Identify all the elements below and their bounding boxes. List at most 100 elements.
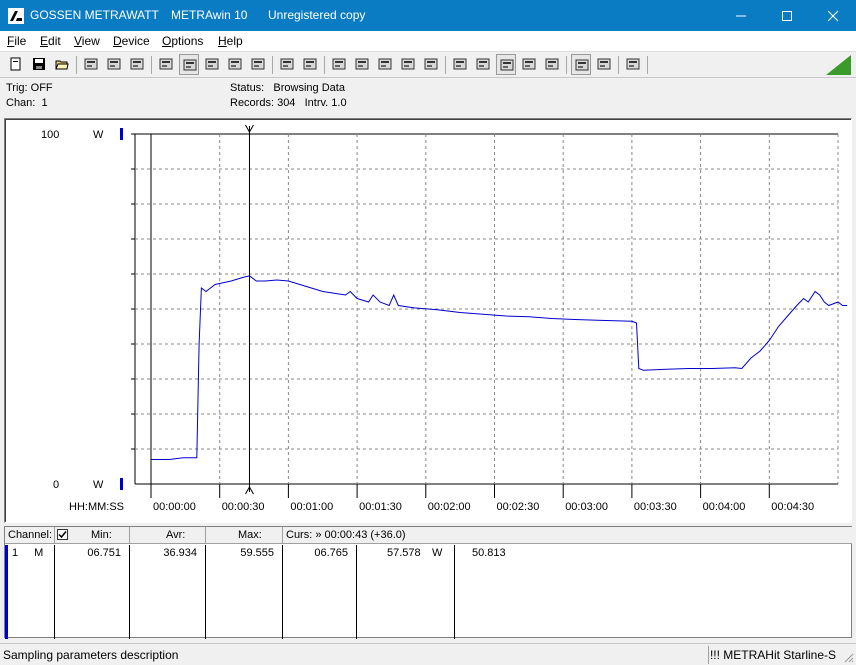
minimize-button[interactable]	[718, 0, 764, 31]
records-status: Records: 304 Intrv. 1.0	[230, 97, 347, 109]
plot-area[interactable]	[135, 134, 838, 484]
table-view-button[interactable]	[225, 54, 245, 75]
signal-icon	[453, 58, 467, 70]
menu-edit[interactable]: Edit	[40, 34, 61, 48]
print-preview-button[interactable]	[542, 54, 562, 75]
channel-status: Chan: 1	[6, 97, 48, 109]
bar-view-button[interactable]	[248, 54, 268, 75]
list-button[interactable]	[329, 54, 349, 75]
print-icon	[522, 58, 536, 70]
zoom-wave-button[interactable]	[571, 54, 591, 75]
x-tick-label: 00:03:30	[634, 501, 677, 513]
header-min: Min:	[55, 527, 130, 544]
maximize-icon	[782, 11, 792, 21]
row-max: 59.555	[206, 545, 283, 639]
toolbar-separator	[76, 56, 77, 74]
toolbar-separator	[647, 56, 648, 74]
x-tick-label: 00:03:00	[565, 501, 608, 513]
menu-device[interactable]: Device	[113, 34, 150, 48]
x-tick-label: 00:04:00	[703, 501, 746, 513]
graph-view-button[interactable]	[179, 54, 199, 75]
menu-view[interactable]: View	[74, 34, 100, 48]
row-min: 06.751	[55, 545, 130, 639]
open-folder-icon	[55, 60, 69, 70]
channel-marker-top	[120, 128, 123, 140]
signal-indicator-icon	[826, 55, 851, 75]
zoom-search-icon	[597, 58, 611, 70]
x-tick-label: 00:02:00	[428, 501, 471, 513]
minimize-icon	[736, 15, 746, 17]
alarm-icon	[500, 59, 514, 71]
new-icon	[10, 57, 21, 71]
browse-status: Status: Browsing Data	[230, 82, 345, 94]
trigger-status: Trig: OFF	[6, 82, 53, 94]
channel-marker-bottom	[120, 478, 123, 490]
company-name: GOSSEN METRAWATT	[30, 8, 159, 22]
toolbar-separator	[618, 56, 619, 74]
row-extra: 50.813	[472, 547, 506, 559]
checkbox-icon[interactable]	[57, 529, 68, 540]
x-axis-label: HH:MM:SS	[69, 501, 124, 513]
close-icon	[827, 10, 839, 22]
channel-button[interactable]	[398, 54, 418, 75]
zoom-wave-icon	[575, 59, 589, 71]
device-status: !!! METRAHit Starline-S	[709, 648, 836, 662]
trigger-button[interactable]	[421, 54, 441, 75]
measurement-chart[interactable]: 00:00:00 00:00:30 00:01:00 00:01:30 00:02:00…	[5, 119, 851, 522]
export-icon	[280, 58, 294, 70]
function-icon	[378, 58, 392, 70]
menu-help[interactable]: Help	[218, 34, 243, 48]
keyboard-icon	[159, 58, 173, 70]
toolbar-separator	[445, 56, 446, 74]
crosshair-button[interactable]	[202, 54, 222, 75]
channel-icon	[401, 58, 415, 70]
close-button[interactable]	[810, 0, 856, 31]
device-read-button[interactable]	[104, 54, 124, 75]
row-channel[interactable]: 1M	[5, 545, 55, 639]
row-value: 57.578 W	[357, 545, 455, 639]
zoom-search-button[interactable]	[594, 54, 614, 75]
comment-button[interactable]	[623, 54, 643, 75]
header-cursor: Curs: » 00:00:43 (+36.0)	[283, 527, 852, 544]
signal-button[interactable]	[450, 54, 470, 75]
menu-options[interactable]: Options	[162, 34, 203, 48]
resize-grip-icon[interactable]	[842, 651, 854, 663]
y-min-label: 0	[53, 479, 59, 491]
x-tick-label: 00:01:00	[290, 501, 333, 513]
menu-bar: File Edit View Device Options Help	[0, 31, 856, 52]
save-button[interactable]	[29, 54, 49, 75]
bar-view-icon	[251, 58, 265, 70]
toolbar-separator	[151, 56, 152, 74]
print-button[interactable]	[519, 54, 539, 75]
save-icon	[33, 58, 45, 70]
multi-window-button[interactable]	[300, 54, 320, 75]
graph-view-icon	[183, 59, 197, 71]
monitor-button[interactable]	[352, 54, 372, 75]
trigger-icon	[424, 58, 438, 70]
maximize-button[interactable]	[764, 0, 810, 31]
device-connect-button[interactable]	[81, 54, 101, 75]
keyboard-button[interactable]	[156, 54, 176, 75]
menu-file[interactable]: File	[7, 34, 26, 48]
x-tick-label: 00:00:30	[222, 501, 265, 513]
row-cursor-value: 06.765	[283, 545, 357, 639]
license-status: Unregistered copy	[268, 8, 366, 22]
header-channel: Channel:	[5, 527, 55, 544]
device-setup-button[interactable]	[127, 54, 147, 75]
toolbar-separator	[566, 56, 567, 74]
export-button[interactable]	[277, 54, 297, 75]
x-tick-label: 00:00:00	[153, 501, 196, 513]
chart-panel[interactable]: 00:00:00 00:00:30 00:01:00 00:01:30 00:02:00…	[4, 118, 852, 523]
alarm-button[interactable]	[496, 54, 516, 75]
function-button[interactable]	[375, 54, 395, 75]
title-bar[interactable]: GOSSEN METRAWATT METRAwin 10 Unregistere…	[0, 0, 856, 31]
new-button[interactable]	[6, 54, 26, 75]
crosshair-icon	[205, 58, 219, 70]
open-folder-button[interactable]	[52, 54, 72, 75]
app-logo-icon	[8, 8, 24, 24]
x-tick-label: 00:04:30	[771, 501, 814, 513]
app-name: METRAwin 10	[171, 8, 248, 22]
channel-table: Channel: Min: Avr: Max: Curs: » 00:00:43…	[4, 526, 852, 639]
toolbar	[0, 52, 856, 78]
record-button[interactable]	[473, 54, 493, 75]
